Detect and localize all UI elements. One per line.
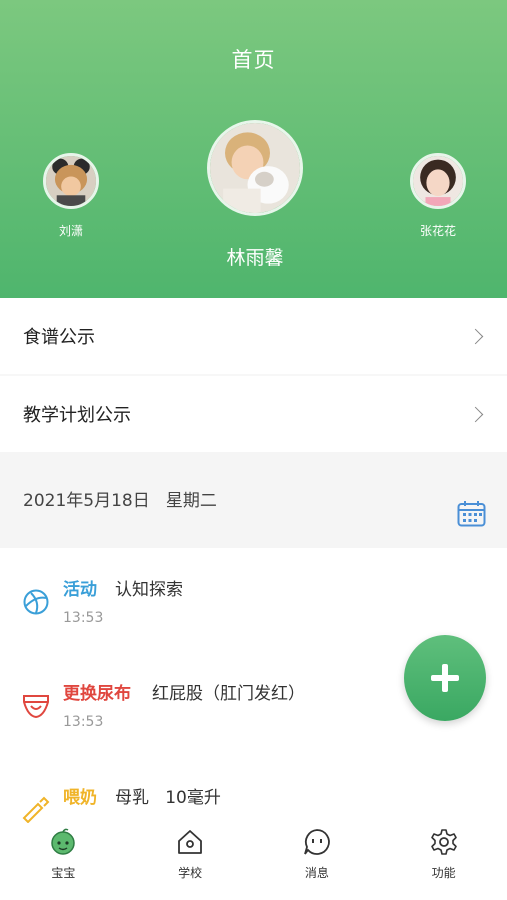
tab-school[interactable]: 学校	[127, 823, 254, 900]
event-time: 13:53	[63, 610, 104, 626]
calendar-icon[interactable]	[457, 500, 486, 527]
tab-baby-label: 宝宝	[51, 866, 76, 880]
kid-avatar-left[interactable]	[43, 153, 99, 209]
tab-messages[interactable]: 消息	[254, 823, 381, 900]
kid-name-left: 刘潇	[58, 224, 83, 238]
menu-teaching-plan[interactable]: 教学计划公示	[0, 376, 507, 452]
tab-functions[interactable]: 功能	[380, 823, 507, 900]
chevron-right-icon	[467, 328, 484, 344]
kid-avatar-selected[interactable]	[207, 120, 303, 216]
chevron-right-icon	[467, 406, 484, 422]
event-type: 活动	[63, 580, 97, 600]
kid-avatar-right[interactable]	[410, 153, 466, 209]
menu-recipe-label: 食谱公示	[23, 327, 95, 348]
event-detail: 母乳 10毫升	[115, 788, 221, 808]
menu-teaching-plan-label: 教学计划公示	[23, 405, 131, 426]
event-type: 更换尿布	[63, 684, 131, 704]
gear-icon	[430, 829, 457, 855]
tab-messages-label: 消息	[304, 866, 329, 880]
event-detail: 认知探索	[115, 580, 183, 600]
kid-name-right: 张花花	[419, 224, 456, 238]
date-bar: 2021年5月18日 星期二	[0, 452, 507, 548]
menu-recipe[interactable]: 食谱公示	[0, 298, 507, 374]
diaper-icon	[23, 695, 49, 719]
kid-name-selected: 林雨馨	[226, 247, 284, 269]
message-icon	[304, 829, 330, 855]
tab-school-label: 学校	[178, 866, 203, 880]
kid-photo-right	[413, 156, 463, 206]
school-icon	[178, 830, 203, 854]
baby-icon	[51, 828, 76, 855]
ball-icon	[23, 589, 49, 615]
event-type: 喂奶	[63, 788, 97, 808]
event-time: 13:53	[63, 714, 104, 730]
add-record-button[interactable]	[404, 635, 486, 721]
event-item-feeding[interactable]: 喂奶 母乳 10毫升	[0, 774, 507, 823]
tab-functions-label: 功能	[431, 866, 456, 880]
bottle-icon	[22, 796, 50, 823]
bottom-tab-bar: 宝宝 学校 消息 功能	[0, 823, 507, 900]
tab-baby[interactable]: 宝宝	[0, 823, 127, 900]
event-detail: 红屁股（肛门发红）	[152, 684, 305, 704]
header-banner: 首页 刘潇 林雨馨 张花花	[0, 0, 507, 298]
kid-photo-center	[210, 123, 300, 213]
date-text: 2021年5月18日 星期二	[23, 491, 217, 511]
kid-photo-left	[46, 156, 96, 206]
page-title: 首页	[231, 48, 276, 72]
